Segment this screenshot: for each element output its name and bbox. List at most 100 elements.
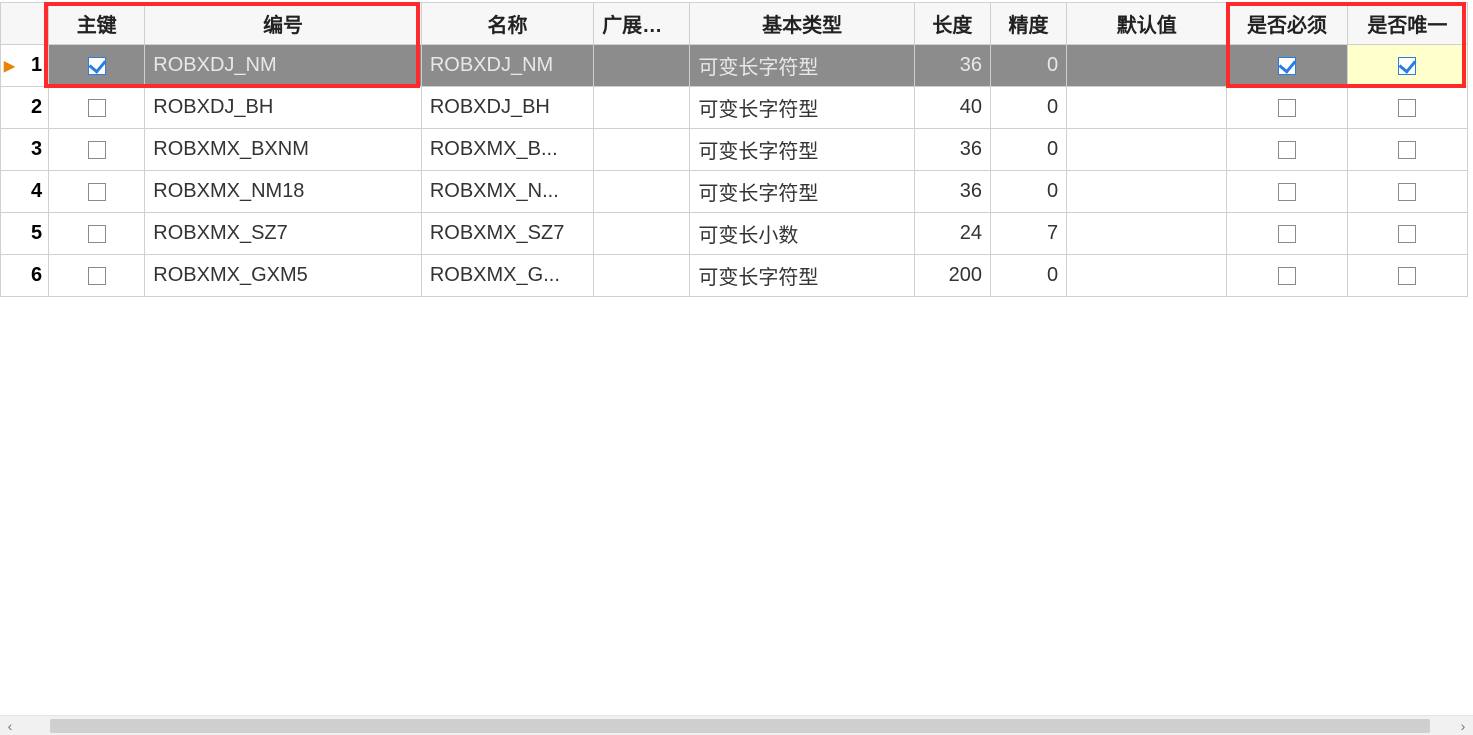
cell-len[interactable]: 40	[914, 87, 990, 129]
cell-ext[interactable]	[594, 213, 690, 255]
cell-pk[interactable]	[49, 129, 145, 171]
required-checkbox[interactable]	[1278, 99, 1296, 117]
cell-base[interactable]: 可变长字符型	[690, 171, 914, 213]
cell-def[interactable]	[1067, 45, 1227, 87]
table-row[interactable]: 4ROBXMX_NM18ROBXMX_N...可变长字符型360	[1, 171, 1468, 213]
scroll-thumb[interactable]	[50, 719, 1430, 733]
required-checkbox[interactable]	[1278, 183, 1296, 201]
unique-checkbox[interactable]	[1398, 99, 1416, 117]
cell-base[interactable]: 可变长小数	[690, 213, 914, 255]
cell-code[interactable]: ROBXMX_GXM5	[145, 255, 422, 297]
cell-code[interactable]: ROBXMX_SZ7	[145, 213, 422, 255]
cell-base[interactable]: 可变长字符型	[690, 129, 914, 171]
cell-len[interactable]: 24	[914, 213, 990, 255]
cell-req[interactable]	[1227, 45, 1347, 87]
cell-uniq[interactable]	[1347, 45, 1467, 87]
row-index[interactable]: 2	[1, 87, 49, 129]
cell-uniq[interactable]	[1347, 129, 1467, 171]
cell-code[interactable]: ROBXMX_BXNM	[145, 129, 422, 171]
col-header-def[interactable]: 默认值	[1067, 3, 1227, 45]
cell-code[interactable]: ROBXDJ_BH	[145, 87, 422, 129]
col-header-name[interactable]: 名称	[421, 3, 593, 45]
cell-name[interactable]: ROBXMX_G...	[421, 255, 593, 297]
cell-len[interactable]: 36	[914, 129, 990, 171]
cell-pk[interactable]	[49, 171, 145, 213]
cell-name[interactable]: ROBXMX_N...	[421, 171, 593, 213]
cell-name[interactable]: ROBXDJ_BH	[421, 87, 593, 129]
horizontal-scrollbar[interactable]: ‹ ›	[0, 715, 1473, 735]
table-row[interactable]: 5 ROBXMX_SZ7ROBXMX_SZ7 可变长小数247	[1, 213, 1468, 255]
cell-uniq[interactable]	[1347, 87, 1467, 129]
cell-name[interactable]: ROBXDJ_NM	[421, 45, 593, 87]
cell-prec[interactable]: 0	[990, 87, 1066, 129]
unique-checkbox[interactable]	[1398, 225, 1416, 243]
row-index[interactable]: 3	[1, 129, 49, 171]
cell-len[interactable]: 200	[914, 255, 990, 297]
scroll-right-arrow[interactable]: ›	[1453, 716, 1473, 735]
cell-prec[interactable]: 0	[990, 45, 1066, 87]
pk-checkbox[interactable]	[88, 267, 106, 285]
row-index[interactable]: 1▶	[1, 45, 49, 87]
required-checkbox[interactable]	[1278, 141, 1296, 159]
cell-uniq[interactable]	[1347, 213, 1467, 255]
unique-checkbox[interactable]	[1398, 183, 1416, 201]
cell-prec[interactable]: 0	[990, 129, 1066, 171]
col-header-len[interactable]: 长度	[914, 3, 990, 45]
cell-pk[interactable]	[49, 45, 145, 87]
col-header-base[interactable]: 基本类型	[690, 3, 914, 45]
cell-uniq[interactable]	[1347, 255, 1467, 297]
cell-req[interactable]	[1227, 213, 1347, 255]
cell-ext[interactable]	[594, 171, 690, 213]
scroll-left-arrow[interactable]: ‹	[0, 716, 20, 735]
cell-def[interactable]	[1067, 87, 1227, 129]
cell-prec[interactable]: 7	[990, 213, 1066, 255]
table-row[interactable]: 2 ROBXDJ_BHROBXDJ_BH 可变长字符型400	[1, 87, 1468, 129]
col-header-code[interactable]: 编号	[145, 3, 422, 45]
cell-pk[interactable]	[49, 87, 145, 129]
cell-req[interactable]	[1227, 87, 1347, 129]
col-header-pk[interactable]: 主键	[49, 3, 145, 45]
cell-uniq[interactable]	[1347, 171, 1467, 213]
required-checkbox[interactable]	[1278, 57, 1296, 75]
cell-base[interactable]: 可变长字符型	[690, 45, 914, 87]
table-row[interactable]: 1▶ROBXDJ_NMROBXDJ_NM可变长字符型360	[1, 45, 1468, 87]
unique-checkbox[interactable]	[1398, 267, 1416, 285]
cell-req[interactable]	[1227, 255, 1347, 297]
cell-def[interactable]	[1067, 129, 1227, 171]
row-index[interactable]: 5	[1, 213, 49, 255]
unique-checkbox[interactable]	[1398, 57, 1416, 75]
pk-checkbox[interactable]	[88, 99, 106, 117]
cell-req[interactable]	[1227, 129, 1347, 171]
row-index[interactable]: 6	[1, 255, 49, 297]
cell-def[interactable]	[1067, 213, 1227, 255]
table-row[interactable]: 3 ROBXMX_BXNMROBXMX_B... 可变长字符型360	[1, 129, 1468, 171]
cell-len[interactable]: 36	[914, 45, 990, 87]
cell-base[interactable]: 可变长字符型	[690, 87, 914, 129]
col-header-uniq[interactable]: 是否唯一	[1347, 3, 1467, 45]
pk-checkbox[interactable]	[88, 57, 106, 75]
col-header-ext[interactable]: 广展类型	[594, 3, 690, 45]
pk-checkbox[interactable]	[88, 225, 106, 243]
cell-def[interactable]	[1067, 255, 1227, 297]
cell-prec[interactable]: 0	[990, 171, 1066, 213]
cell-base[interactable]: 可变长字符型	[690, 255, 914, 297]
unique-checkbox[interactable]	[1398, 141, 1416, 159]
pk-checkbox[interactable]	[88, 183, 106, 201]
required-checkbox[interactable]	[1278, 267, 1296, 285]
cell-pk[interactable]	[49, 213, 145, 255]
cell-ext[interactable]	[594, 87, 690, 129]
cell-req[interactable]	[1227, 171, 1347, 213]
pk-checkbox[interactable]	[88, 141, 106, 159]
cell-name[interactable]: ROBXMX_SZ7	[421, 213, 593, 255]
cell-ext[interactable]	[594, 45, 690, 87]
cell-len[interactable]: 36	[914, 171, 990, 213]
cell-ext[interactable]	[594, 129, 690, 171]
cell-prec[interactable]: 0	[990, 255, 1066, 297]
cell-ext[interactable]	[594, 255, 690, 297]
required-checkbox[interactable]	[1278, 225, 1296, 243]
cell-def[interactable]	[1067, 171, 1227, 213]
col-header-prec[interactable]: 精度	[990, 3, 1066, 45]
table-row[interactable]: 6 ROBXMX_GXM5ROBXMX_G... 可变长字符型2000	[1, 255, 1468, 297]
row-index[interactable]: 4	[1, 171, 49, 213]
cell-name[interactable]: ROBXMX_B...	[421, 129, 593, 171]
